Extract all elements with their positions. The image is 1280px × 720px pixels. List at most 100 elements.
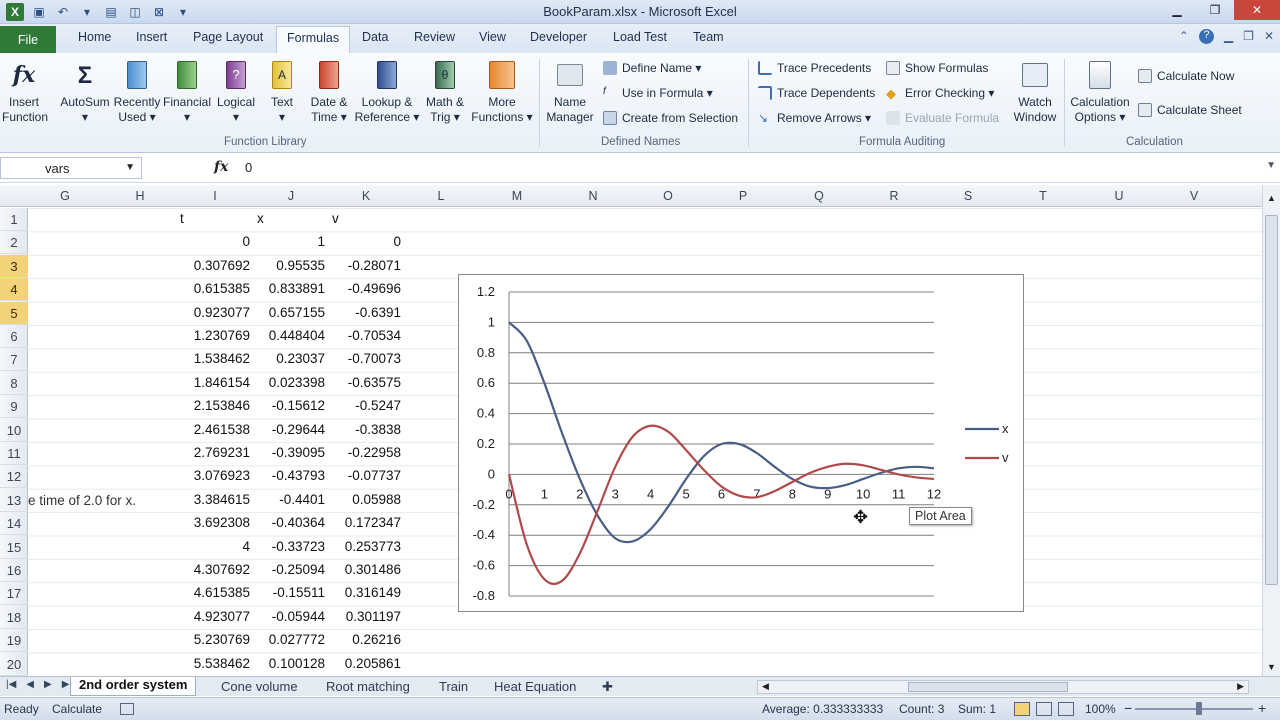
insert-function-fx-icon[interactable]: fx: [214, 159, 228, 175]
table-cell[interactable]: 2.153846: [194, 398, 250, 413]
formula-input[interactable]: 0: [245, 160, 252, 175]
table-cell[interactable]: 4: [242, 539, 250, 554]
table-cell[interactable]: 0.657155: [269, 305, 325, 320]
insert-function-button[interactable]: fx Insert Function: [2, 59, 48, 125]
trace-precedents-button[interactable]: Trace Precedents: [758, 61, 871, 75]
row-header-15[interactable]: 15: [0, 536, 28, 559]
column-header-v[interactable]: V: [1190, 189, 1198, 203]
autosum-button[interactable]: Σ AutoSum ▾: [58, 59, 112, 125]
table-cell[interactable]: -0.15612: [272, 398, 325, 413]
zoom-slider-knob[interactable]: [1196, 702, 1202, 715]
column-header-m[interactable]: M: [512, 189, 522, 203]
table-cell[interactable]: 5.230769: [194, 632, 250, 647]
row-header-18[interactable]: 18: [0, 606, 28, 629]
row-header-2[interactable]: 2: [0, 231, 28, 255]
column-header-o[interactable]: O: [663, 189, 673, 203]
column-header-l[interactable]: L: [438, 189, 445, 203]
column-header-t[interactable]: T: [1039, 189, 1047, 203]
text-functions-button[interactable]: A Text ▾: [264, 59, 300, 125]
sheet-tab-root-matching[interactable]: Root matching: [326, 679, 410, 694]
page-break-view-icon[interactable]: [1058, 702, 1074, 716]
row13-note[interactable]: e time of 2.0 for x.: [28, 493, 136, 508]
tab-developer[interactable]: Developer: [530, 30, 587, 44]
create-from-selection-button[interactable]: Create from Selection: [603, 111, 738, 125]
scroll-up-icon[interactable]: ▲: [1267, 193, 1276, 203]
recently-used-button[interactable]: Recently Used ▾: [112, 59, 162, 125]
table-cell[interactable]: 0.301197: [346, 609, 401, 624]
chevron-down-icon[interactable]: ▼: [125, 162, 135, 173]
hscroll-thumb[interactable]: [908, 682, 1068, 692]
table-cell[interactable]: 0.301486: [345, 562, 401, 577]
table-cell[interactable]: -0.70073: [348, 351, 401, 366]
workbook-restore-icon[interactable]: ❐: [1243, 29, 1254, 44]
table-cell[interactable]: 2.461538: [194, 422, 250, 437]
insert-sheet-icon[interactable]: ✚: [602, 679, 613, 695]
row-header-19[interactable]: 19: [0, 629, 28, 653]
table-cell[interactable]: 0.307692: [194, 258, 250, 273]
row-header-17[interactable]: 17: [0, 582, 28, 606]
column-header-n[interactable]: N: [588, 189, 597, 203]
scroll-down-icon[interactable]: ▼: [1267, 662, 1276, 672]
table-cell[interactable]: 0.23037: [276, 351, 325, 366]
table-cell[interactable]: -0.07737: [348, 468, 401, 483]
column-header-j[interactable]: J: [288, 189, 294, 203]
table-cell[interactable]: 0.027772: [269, 632, 325, 647]
trace-dependents-button[interactable]: Trace Dependents: [758, 86, 875, 100]
column-header-r[interactable]: R: [889, 189, 898, 203]
table-cell[interactable]: -0.15511: [273, 585, 325, 600]
chart[interactable]: 1.2 1 0.8 0.6 0.4 0.2 0 -0.2 -0.4 -0.6 -0.8 0 1 2 3 4 5 6…: [458, 274, 1024, 612]
tab-review[interactable]: Review: [414, 30, 455, 44]
table-cell[interactable]: -0.43793: [272, 468, 325, 483]
scroll-left-icon[interactable]: ◀: [762, 681, 769, 692]
table-cell[interactable]: 0.26216: [352, 632, 401, 647]
row-header-11[interactable]: 11: [0, 442, 28, 465]
table-cell[interactable]: 0.253773: [345, 539, 401, 554]
calculate-sheet-button[interactable]: Calculate Sheet: [1138, 103, 1242, 117]
table-cell[interactable]: 3.384615: [194, 492, 250, 507]
header-v[interactable]: v: [332, 211, 339, 226]
column-header-p[interactable]: P: [739, 189, 747, 203]
watch-window-button[interactable]: Watch Window: [1010, 59, 1060, 125]
column-header-u[interactable]: U: [1114, 189, 1123, 203]
minimize-icon[interactable]: ▁: [1158, 0, 1196, 20]
tab-insert[interactable]: Insert: [136, 30, 167, 44]
row-header-10[interactable]: 10: [0, 419, 28, 442]
close-icon[interactable]: ✕: [1234, 0, 1280, 20]
sheet-tab-2nd-order-system[interactable]: 2nd order system: [70, 677, 197, 696]
table-cell[interactable]: 0.316149: [345, 585, 401, 600]
row-header-14[interactable]: 14: [0, 512, 28, 536]
define-name-button[interactable]: Define Name ▾: [603, 61, 701, 75]
table-cell[interactable]: -0.33723: [272, 539, 325, 554]
table-cell[interactable]: -0.5247: [355, 398, 401, 413]
vertical-scrollbar[interactable]: ▲ ▼: [1262, 185, 1280, 676]
table-cell[interactable]: -0.28071: [348, 258, 401, 273]
math-trig-button[interactable]: θ Math & Trig ▾: [422, 59, 468, 125]
table-cell[interactable]: -0.6391: [355, 305, 401, 320]
table-cell[interactable]: 1: [317, 234, 325, 249]
row-header-20[interactable]: 20: [0, 653, 28, 676]
zoom-slider[interactable]: [1135, 708, 1253, 710]
column-header-s[interactable]: S: [964, 189, 972, 203]
row-header-12[interactable]: 12: [0, 465, 28, 489]
table-cell[interactable]: 0.923077: [194, 305, 250, 320]
table-cell[interactable]: 0.100128: [269, 656, 325, 671]
zoom-out-icon[interactable]: −: [1124, 700, 1132, 716]
row-header-9[interactable]: 9: [0, 395, 28, 419]
table-cell[interactable]: -0.05944: [272, 609, 325, 624]
line-chart-svg[interactable]: 1.210.80.60.40.20-0.2-0.4-0.6-0.80 1 2 3 4 5 6…: [459, 275, 1023, 611]
lookup-reference-button[interactable]: Lookup & Reference ▾: [354, 59, 420, 125]
table-cell[interactable]: -0.25094: [272, 562, 325, 577]
row-header-4[interactable]: 4: [0, 278, 28, 302]
tab-load-test[interactable]: Load Test: [613, 30, 667, 44]
scroll-thumb[interactable]: [1265, 215, 1278, 585]
table-cell[interactable]: -0.49696: [348, 281, 401, 296]
tab-formulas[interactable]: Formulas: [276, 26, 351, 54]
financial-button[interactable]: Financial ▾: [163, 59, 211, 125]
table-cell[interactable]: 3.076923: [194, 468, 250, 483]
table-cell[interactable]: 1.538462: [194, 351, 250, 366]
row-header-16[interactable]: 16: [0, 559, 28, 582]
macro-record-icon[interactable]: [120, 703, 134, 715]
maximize-icon[interactable]: ❐: [1196, 0, 1234, 20]
header-t[interactable]: t: [180, 211, 184, 226]
table-cell[interactable]: 4.923077: [194, 609, 250, 624]
